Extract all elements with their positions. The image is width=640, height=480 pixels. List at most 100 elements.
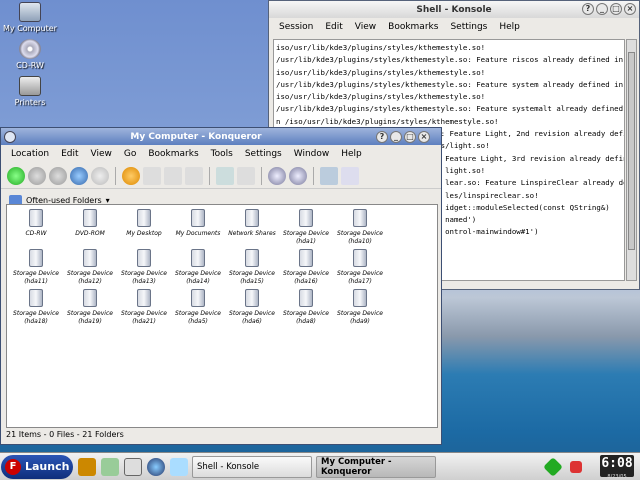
folder-item[interactable]: Storage Device (hda16) bbox=[279, 249, 333, 289]
desktop-icon[interactable]: Printers bbox=[2, 76, 58, 107]
menu-tools[interactable]: Tools bbox=[205, 149, 239, 159]
maximize-icon[interactable]: □ bbox=[610, 3, 622, 15]
close-icon[interactable]: × bbox=[418, 130, 430, 143]
menu-window[interactable]: Window bbox=[288, 149, 336, 159]
browser-icon[interactable] bbox=[147, 457, 165, 476]
konqueror-window[interactable]: My Computer - Konqueror ? _ □ × Location Edi… bbox=[0, 127, 442, 445]
folder-item[interactable]: Storage Device (hda14) bbox=[171, 249, 225, 289]
folder-item[interactable]: Storage Device (hda1) bbox=[279, 209, 333, 249]
desktop-icon-label: Printers bbox=[14, 98, 46, 107]
menu-settings[interactable]: Settings bbox=[239, 149, 288, 159]
window-menu-icon[interactable] bbox=[4, 130, 16, 143]
house-icon[interactable] bbox=[124, 457, 142, 476]
menu-location[interactable]: Location bbox=[5, 149, 55, 159]
checklist-icon[interactable] bbox=[101, 457, 119, 476]
menu-bookmarks[interactable]: Bookmarks bbox=[382, 22, 444, 32]
folder-item[interactable]: Storage Device (hda10) bbox=[333, 209, 387, 249]
task-konqueror[interactable]: My Computer - Konqueror bbox=[316, 455, 436, 478]
folder-item[interactable]: Storage Device (hda11) bbox=[9, 249, 63, 289]
konqueror-title: My Computer - Konqueror bbox=[130, 131, 262, 142]
forward-icon[interactable] bbox=[28, 166, 46, 185]
folder-item[interactable]: Storage Device (hda18) bbox=[9, 289, 63, 329]
status-bar: 21 Items - 0 Files - 21 Folders bbox=[6, 430, 124, 439]
zoom-out-icon[interactable] bbox=[289, 166, 307, 185]
desktop-icon[interactable]: My Computer bbox=[2, 2, 58, 33]
messenger-icon[interactable] bbox=[170, 457, 188, 476]
folder-item[interactable]: Storage Device (hda19) bbox=[63, 289, 117, 329]
folder-item[interactable]: Storage Device (hda5) bbox=[171, 289, 225, 329]
date: 8/23/05 bbox=[607, 474, 627, 480]
launch-button[interactable]: F Launch bbox=[1, 454, 73, 479]
folder-item[interactable]: My Documents bbox=[171, 209, 225, 249]
folder-item-sublabel: (hda17) bbox=[348, 277, 372, 285]
menu-view[interactable]: View bbox=[85, 149, 118, 159]
reload-icon[interactable] bbox=[122, 166, 140, 185]
terminal-scrollbar[interactable] bbox=[626, 39, 637, 281]
folder-item[interactable]: Storage Device (hda17) bbox=[333, 249, 387, 289]
file-view[interactable]: CD-RW DVD-ROM My Desktop My Documents Networ… bbox=[6, 204, 438, 428]
folder-item[interactable]: Storage Device (hda8) bbox=[279, 289, 333, 329]
folder-item-sublabel: (hda10) bbox=[348, 237, 372, 245]
maximize-icon[interactable]: □ bbox=[404, 130, 416, 143]
paste-icon[interactable] bbox=[185, 166, 203, 185]
back-icon[interactable] bbox=[7, 166, 25, 185]
launch-logo-icon: F bbox=[5, 458, 21, 475]
menu-settings[interactable]: Settings bbox=[444, 22, 493, 32]
stop-icon[interactable] bbox=[91, 166, 109, 185]
drive-icon bbox=[353, 209, 367, 227]
menu-edit[interactable]: Edit bbox=[55, 149, 84, 159]
folder-item[interactable]: My Desktop bbox=[117, 209, 171, 249]
konsole-menubar: Session Edit View Bookmarks Settings Help bbox=[269, 18, 639, 36]
up-icon[interactable] bbox=[49, 166, 67, 185]
help-icon[interactable]: ? bbox=[376, 130, 388, 143]
copy-icon[interactable] bbox=[164, 166, 182, 185]
drive-icon bbox=[299, 209, 313, 227]
folder-item[interactable]: Storage Device (hda9) bbox=[333, 289, 387, 329]
folder-item-label: Storage Device bbox=[337, 310, 383, 317]
updates-icon[interactable] bbox=[570, 460, 582, 473]
close-icon[interactable]: × bbox=[624, 3, 636, 15]
drive-icon bbox=[83, 249, 97, 267]
folder-item-sublabel: (hda21) bbox=[132, 317, 156, 325]
cut-icon[interactable] bbox=[143, 166, 161, 185]
folder-item[interactable]: Network Shares bbox=[225, 209, 279, 249]
folder-item-sublabel: (hda1) bbox=[296, 237, 316, 245]
folder-item[interactable]: Storage Device (hda21) bbox=[117, 289, 171, 329]
task-konsole[interactable]: Shell - Konsole bbox=[192, 455, 312, 478]
konqueror-titlebar[interactable]: My Computer - Konqueror ? _ □ × bbox=[1, 128, 441, 145]
folder-item-label: Storage Device bbox=[13, 270, 59, 277]
desktop-icon[interactable]: CD-RW bbox=[2, 39, 58, 70]
zoom-in-icon[interactable] bbox=[268, 166, 286, 185]
menu-edit[interactable]: Edit bbox=[319, 22, 348, 32]
menu-bookmarks[interactable]: Bookmarks bbox=[142, 149, 204, 159]
folder-item-label: Storage Device bbox=[337, 270, 383, 277]
folder-item[interactable]: Storage Device (hda6) bbox=[225, 289, 279, 329]
folder-item[interactable]: DVD-ROM bbox=[63, 209, 117, 249]
home-icon[interactable] bbox=[70, 166, 88, 185]
folder-item[interactable]: Storage Device (hda12) bbox=[63, 249, 117, 289]
folder-item-label: My Desktop bbox=[126, 230, 162, 237]
drive-icon bbox=[191, 209, 205, 227]
move-icon[interactable] bbox=[216, 166, 234, 185]
list-view-icon[interactable] bbox=[341, 166, 359, 185]
minimize-icon[interactable]: _ bbox=[596, 3, 608, 15]
menu-view[interactable]: View bbox=[349, 22, 382, 32]
minimize-icon[interactable]: _ bbox=[390, 130, 402, 143]
cd-icon bbox=[19, 39, 41, 59]
menu-help[interactable]: Help bbox=[335, 149, 368, 159]
folder-item[interactable]: CD-RW bbox=[9, 209, 63, 249]
help-icon[interactable]: ? bbox=[582, 3, 594, 15]
icon-view-icon[interactable] bbox=[320, 166, 338, 185]
menu-session[interactable]: Session bbox=[273, 22, 319, 32]
briefcase-icon[interactable] bbox=[78, 457, 96, 476]
delete-icon[interactable] bbox=[237, 166, 255, 185]
folder-item-sublabel: (hda18) bbox=[24, 317, 48, 325]
konsole-titlebar[interactable]: Shell - Konsole ? _ □ × bbox=[269, 1, 639, 18]
folder-item[interactable]: Storage Device (hda15) bbox=[225, 249, 279, 289]
menu-help[interactable]: Help bbox=[493, 22, 526, 32]
menu-go[interactable]: Go bbox=[118, 149, 142, 159]
folder-item-label: Storage Device bbox=[283, 230, 329, 237]
folder-item-sublabel: (hda16) bbox=[294, 277, 318, 285]
folder-item[interactable]: Storage Device (hda13) bbox=[117, 249, 171, 289]
network-icon[interactable] bbox=[543, 456, 563, 477]
